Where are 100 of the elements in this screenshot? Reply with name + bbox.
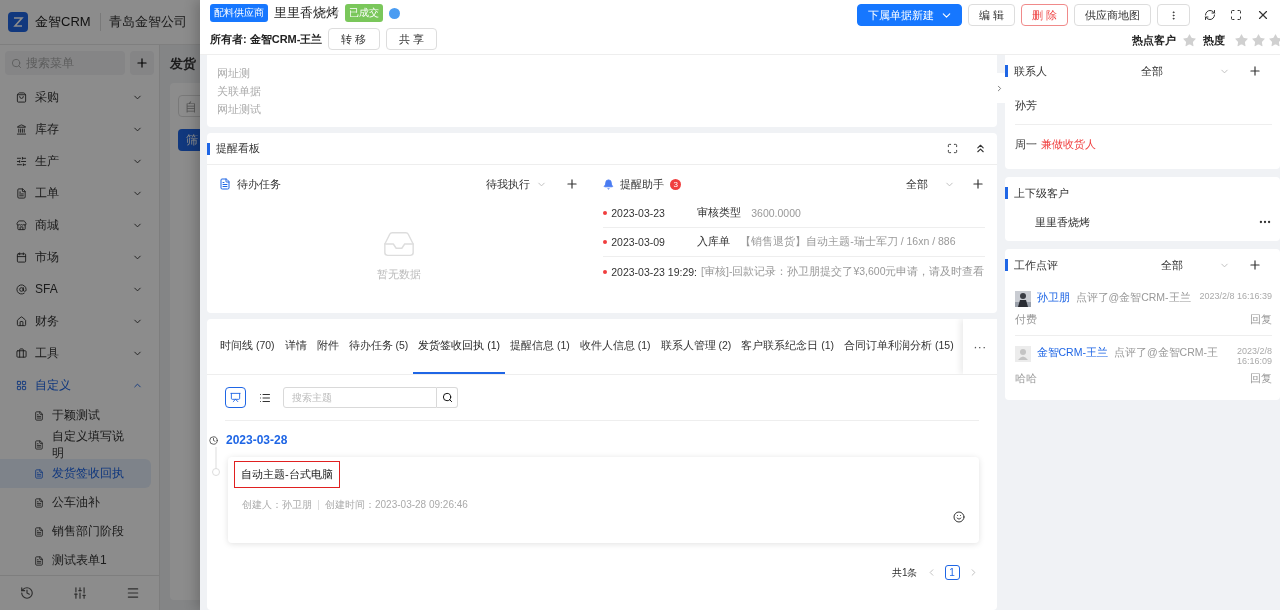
close-button[interactable] — [1256, 8, 1270, 22]
type-tag: 配料供应商 — [210, 4, 268, 22]
entry-title[interactable]: 自动主题-台式电脑 — [234, 461, 340, 488]
at-sign-icon — [16, 283, 27, 295]
created-time: 创建时间：2023-03-28 09:26:46 — [325, 498, 468, 512]
submenu-item[interactable]: 公车油补 — [0, 488, 151, 517]
app-name: 金智CRM — [35, 13, 91, 31]
plus-icon[interactable] — [970, 177, 985, 191]
menu-item[interactable]: 生产 — [0, 145, 159, 177]
building-icon — [16, 123, 27, 135]
tab[interactable]: 待办任务 (5) — [343, 319, 414, 374]
action-button[interactable]: 编 辑 — [967, 4, 1015, 26]
bell-icon — [603, 178, 615, 190]
action-button[interactable]: 供应商地图 — [1074, 4, 1151, 26]
reminder-item[interactable]: 2023-03-09 入库单 【销售退货】自动主题-瑞士军刀 / 16xn / 886 — [603, 228, 985, 257]
document-icon — [34, 410, 44, 421]
star-icon — [1268, 33, 1280, 48]
empty-text: 暂无数据 — [377, 266, 422, 282]
page-button[interactable]: 1 — [944, 565, 960, 580]
tab[interactable]: 联系人管理 (2) — [655, 319, 737, 374]
tab[interactable]: 合同订单利润分析 (15) — [839, 319, 959, 374]
comment-icon[interactable] — [952, 511, 965, 523]
tab[interactable]: 收件人信息 (1) — [574, 319, 656, 374]
assistant-filter[interactable]: 全部 — [905, 176, 928, 192]
plus-icon[interactable] — [1248, 258, 1262, 272]
sliders-icon[interactable] — [72, 586, 87, 600]
refresh-button[interactable] — [1204, 9, 1216, 21]
tab[interactable]: 时间线 (70) — [215, 319, 280, 374]
drawer-title: 里里香烧烤 — [274, 4, 339, 22]
contact-row[interactable]: 周一 兼做收货人 — [1014, 125, 1272, 163]
refresh-icon — [1204, 9, 1216, 21]
add-button[interactable] — [130, 51, 154, 75]
menu-item[interactable]: 市场 — [0, 241, 159, 273]
document-icon — [219, 178, 231, 190]
reminder-item[interactable]: 2023-03-23 审核类型 3600.0000 — [603, 199, 985, 228]
review-author[interactable]: 孙卫朋 — [1036, 291, 1070, 305]
field-label: 网址测试 — [217, 102, 262, 117]
search-icon — [11, 57, 22, 69]
review-time: 2023/2/8 16:16:39 — [1199, 291, 1272, 301]
document-icon — [34, 497, 44, 508]
document-icon — [34, 439, 44, 450]
menu-item[interactable]: 财务 — [0, 305, 159, 337]
submenu-item[interactable]: 于颖测试 — [0, 401, 151, 430]
grid-icon — [16, 379, 27, 391]
house-icon — [16, 315, 27, 327]
sliders-icon — [16, 155, 27, 167]
info-icon[interactable] — [389, 7, 400, 19]
submenu-item[interactable]: 销售部门阶段 — [0, 517, 151, 546]
tab[interactable]: 附件 — [311, 319, 344, 374]
tab[interactable]: 发货签收回执 (1) — [413, 319, 506, 374]
hot-customer-label: 热点客户 — [1132, 33, 1176, 48]
plus-icon[interactable] — [565, 177, 580, 191]
status-tag: 已成交 — [345, 4, 383, 22]
card-view-button[interactable] — [225, 387, 246, 408]
tab[interactable]: 提醒信息 (1) — [505, 319, 575, 374]
contacts-title: 联系人 — [1013, 63, 1048, 79]
menu-icon[interactable] — [125, 586, 140, 600]
store-icon — [16, 219, 27, 231]
menu-item[interactable]: SFA — [0, 273, 159, 305]
document-icon — [16, 187, 27, 199]
menu-item[interactable]: 采购 — [0, 81, 159, 113]
tab[interactable]: 详情 — [279, 319, 312, 374]
tab[interactable]: 客户联系纪念日 (1) — [736, 319, 840, 374]
todo-filter[interactable]: 待我执行 — [486, 176, 531, 192]
hierarchy-title: 上下级客户 — [1013, 185, 1070, 201]
review-body: 哈哈 — [1014, 372, 1037, 386]
plus-icon — [135, 56, 149, 70]
submenu-item[interactable]: 测试表单1 — [0, 546, 151, 575]
star-icon — [1234, 33, 1249, 48]
menu-item[interactable]: 库存 — [0, 113, 159, 145]
review-author[interactable]: 金智CRM-王兰 — [1036, 346, 1108, 360]
owner-button[interactable]: 转 移 — [328, 28, 380, 50]
menu-item[interactable]: 工具 — [0, 337, 159, 369]
count-badge: 3 — [670, 178, 682, 190]
contacts-filter[interactable]: 全部 — [1141, 63, 1163, 79]
fullscreen-button[interactable] — [1230, 9, 1242, 21]
timeline-rail — [211, 447, 221, 477]
menu-item[interactable]: 商城 — [0, 209, 159, 241]
review-time: 2023/2/8 16:16:09 — [1235, 346, 1272, 366]
menu-item[interactable]: 工单 — [0, 177, 159, 209]
contact-row[interactable]: 孙芳 — [1014, 87, 1272, 125]
search-icon — [441, 392, 453, 403]
reviews-filter[interactable]: 全部 — [1161, 257, 1183, 273]
history-icon[interactable] — [19, 586, 34, 600]
action-button[interactable]: 删 除 — [1020, 4, 1068, 26]
owner-button[interactable]: 共 享 — [385, 28, 437, 50]
company-name: 青岛金智公司 — [99, 13, 187, 31]
fullscreen-icon[interactable] — [946, 143, 958, 154]
timeline-date: 2023-03-28 — [226, 433, 288, 447]
reminder-item[interactable]: 2023-03-23 19:29: [审核]-回款记录：孙卫朋提交了¥3,600元申请，请及时查看 — [603, 257, 985, 286]
search-button[interactable] — [437, 387, 458, 408]
more-tabs-button[interactable]: ··· — [963, 319, 997, 374]
document-icon — [34, 468, 44, 479]
submenu-item[interactable]: 自定义填写说明 — [0, 430, 151, 459]
page-title: 发货 — [170, 55, 196, 73]
action-button[interactable]: 下属单据新建 — [856, 4, 962, 26]
hot-star-toggle[interactable] — [1182, 33, 1197, 48]
heat-label: 热度 — [1203, 33, 1225, 48]
plus-icon[interactable] — [1248, 64, 1262, 78]
customer-name[interactable]: 里里香烧烤 — [1034, 214, 1090, 230]
